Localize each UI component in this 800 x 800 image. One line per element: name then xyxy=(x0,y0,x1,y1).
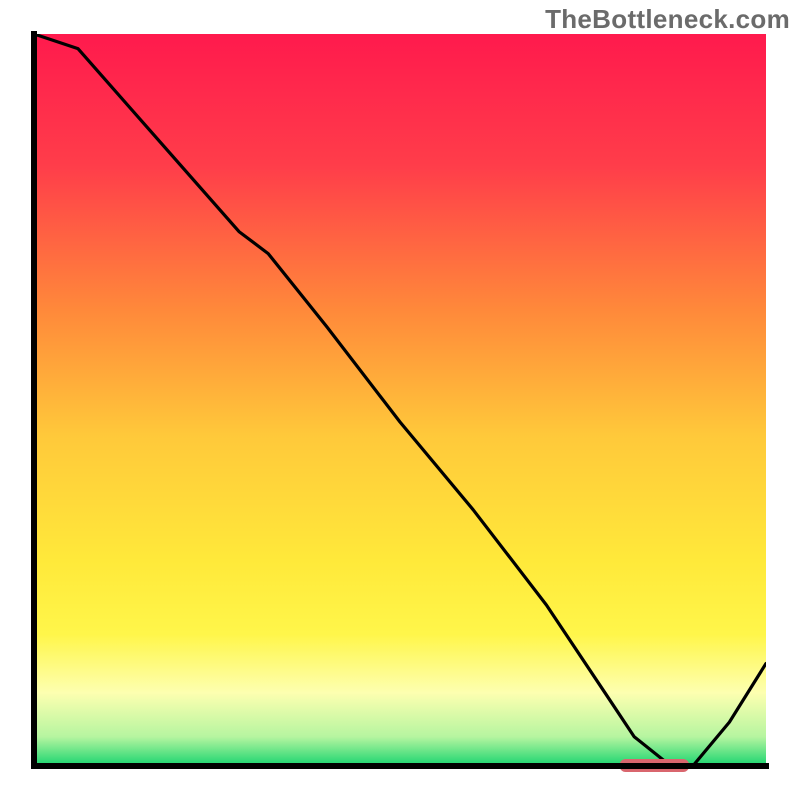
chart-svg xyxy=(0,0,800,800)
chart-stage: TheBottleneck.com xyxy=(0,0,800,800)
gradient-background xyxy=(34,34,766,766)
watermark-text: TheBottleneck.com xyxy=(545,4,790,35)
